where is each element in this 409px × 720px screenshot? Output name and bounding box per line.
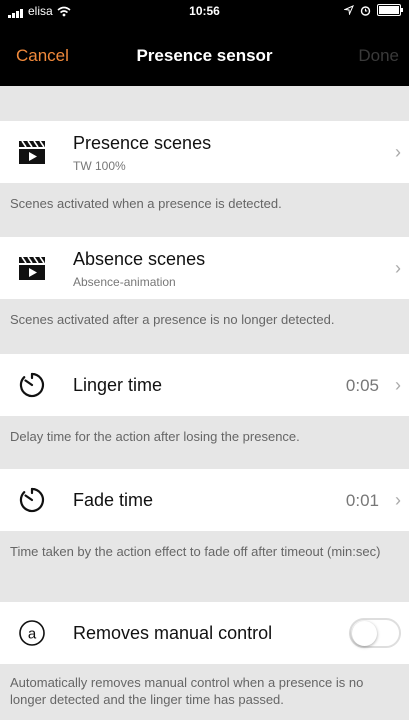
done-button[interactable]: Done xyxy=(358,46,399,66)
removes-manual-control-label: Removes manual control xyxy=(73,623,273,643)
removes-manual-control-description: Automatically removes manual control whe… xyxy=(10,675,364,707)
location-arrow-icon xyxy=(344,5,354,15)
chevron-right-icon: › xyxy=(395,375,401,395)
page-title: Presence sensor xyxy=(136,46,273,65)
chevron-right-icon: › xyxy=(395,142,401,162)
linger-time-label: Linger time xyxy=(73,375,163,395)
presence-scenes-value: TW 100% xyxy=(73,159,126,173)
svg-text:a: a xyxy=(28,626,37,643)
fade-time-description: Time taken by the action effect to fade … xyxy=(10,544,381,559)
clapperboard-icon xyxy=(19,256,45,280)
linger-time-description: Delay time for the action after losing t… xyxy=(10,429,300,444)
battery-icon xyxy=(377,4,403,16)
linger-time-row[interactable]: Linger time 0:05 › xyxy=(0,354,409,416)
status-right xyxy=(344,4,403,16)
removes-manual-control-toggle[interactable] xyxy=(349,618,401,648)
alarm-icon xyxy=(360,5,371,16)
removes-manual-control-row: a Removes manual control xyxy=(0,602,409,664)
absence-scenes-label: Absence scenes xyxy=(73,249,206,269)
fade-time-value: 0:01 xyxy=(345,491,379,510)
linger-time-value: 0:05 xyxy=(345,376,379,395)
fade-time-label: Fade time xyxy=(73,490,154,510)
absence-scenes-value: Absence-animation xyxy=(73,275,176,289)
circled-a-icon: a xyxy=(19,620,45,646)
fade-time-row[interactable]: Fade time 0:01 › xyxy=(0,469,409,531)
nav-bar: Cancel Presence sensor Done xyxy=(0,22,409,86)
status-bar: elisa 10:56 xyxy=(0,0,409,22)
timer-icon xyxy=(19,372,45,398)
timer-icon xyxy=(19,487,45,513)
absence-scenes-description: Scenes activated after a presence is no … xyxy=(10,312,335,327)
presence-scenes-label: Presence scenes xyxy=(73,133,212,153)
presence-scenes-description: Scenes activated when a presence is dete… xyxy=(10,196,282,211)
presence-scenes-row[interactable]: Presence scenes TW 100% › xyxy=(0,121,409,183)
absence-scenes-row[interactable]: Absence scenes Absence-animation › xyxy=(0,237,409,299)
chevron-right-icon: › xyxy=(395,490,401,510)
clapperboard-icon xyxy=(19,140,45,164)
toggle-knob xyxy=(352,621,377,646)
chevron-right-icon: › xyxy=(395,258,401,278)
